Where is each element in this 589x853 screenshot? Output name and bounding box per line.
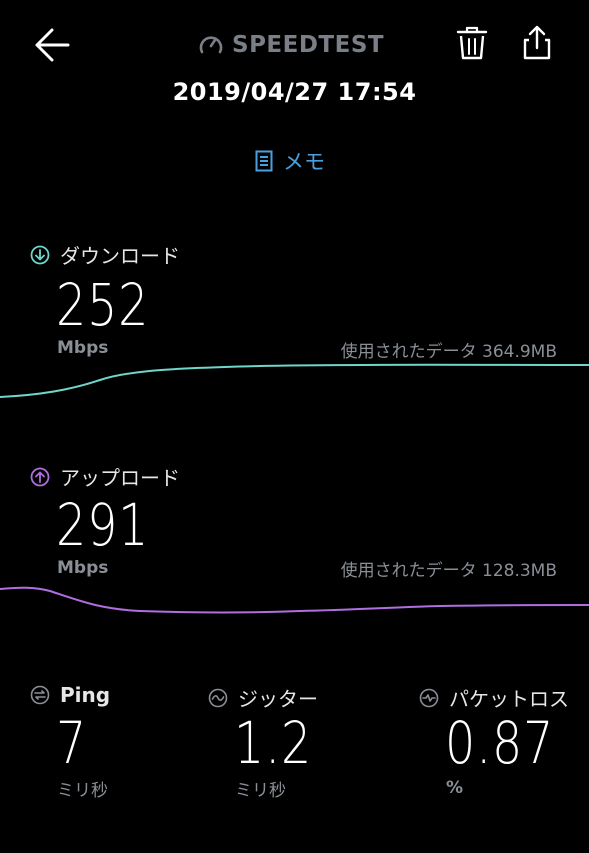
app-title: SPEEDTEST [232, 32, 385, 58]
upload-speed: 291 [56, 491, 150, 559]
memo-label: メモ [283, 150, 325, 174]
upload-graph [0, 586, 589, 614]
ping-icon [30, 685, 50, 705]
jitter-header: ジッター [208, 683, 318, 712]
share-icon [523, 25, 551, 60]
jitter-label: ジッター [238, 687, 318, 711]
upload-header: アップロード [30, 462, 180, 491]
packet-loss-header: パケットロス [419, 683, 569, 712]
download-header: ダウンロード [30, 240, 180, 269]
app-logo: SPEEDTEST [198, 30, 384, 60]
upload-label: アップロード [60, 466, 180, 490]
share-button[interactable] [520, 24, 554, 62]
speedometer-icon [199, 36, 223, 54]
back-button[interactable] [32, 26, 72, 64]
delete-button[interactable] [455, 24, 489, 62]
upload-icon [30, 467, 50, 486]
test-datetime: 2019/04/27 17:54 [172, 78, 417, 106]
back-arrow-icon [35, 28, 70, 62]
ping-label: Ping [60, 683, 111, 707]
jitter-value: 1.2 [234, 709, 313, 777]
trash-icon [456, 26, 488, 60]
ping-unit: ミリ秒 [57, 781, 108, 801]
jitter-unit: ミリ秒 [235, 781, 286, 801]
ping-value: 7 [56, 709, 88, 777]
ping-header: Ping [30, 683, 110, 707]
packet-loss-icon [419, 688, 439, 707]
memo-icon [255, 150, 273, 172]
memo-button[interactable]: メモ [255, 146, 325, 176]
jitter-icon [208, 688, 228, 707]
download-icon [30, 245, 50, 264]
download-label: ダウンロード [60, 244, 180, 268]
packet-loss-label: パケットロス [449, 687, 569, 711]
download-speed: 252 [56, 271, 150, 339]
packet-loss-unit: % [446, 778, 464, 798]
packet-loss-value: 0.87 [445, 709, 555, 777]
download-graph [0, 363, 589, 398]
